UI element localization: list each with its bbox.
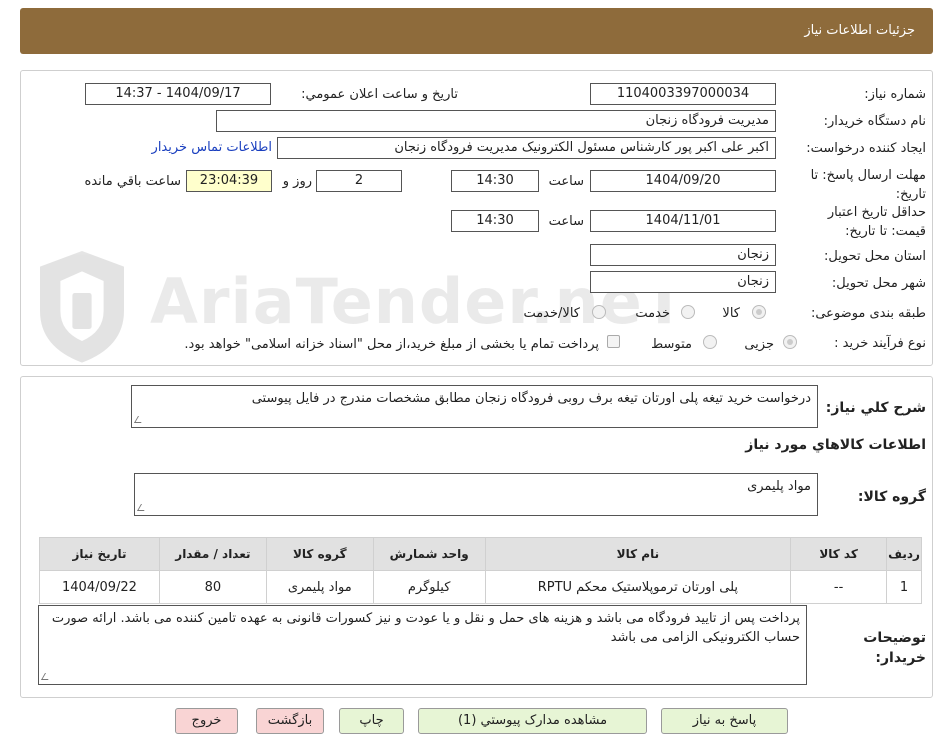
buyer-notes-text: پرداخت پس از تایید فرودگاه می باشد و هزی… bbox=[51, 611, 800, 645]
process-minor-label: جزیی bbox=[744, 337, 774, 352]
cell-item-name: پلی اورتان ترموپلاستیک محکم RPTU bbox=[484, 570, 792, 604]
time-remaining-field: 23:04:39 bbox=[186, 170, 272, 192]
announce-field: 1404/09/17 - 14:37 bbox=[85, 83, 271, 105]
days-label: روز و bbox=[282, 174, 312, 189]
goods-group-label: گروه کالا: bbox=[857, 489, 926, 505]
deadline-time-label: ساعت bbox=[548, 174, 584, 189]
view-attachments-button[interactable]: مشاهده مدارک پیوستي (1) bbox=[418, 708, 647, 734]
reply-button[interactable]: پاسخ به نیاز bbox=[661, 708, 788, 734]
buyer-notes-textarea: پرداخت پس از تایید فرودگاه می باشد و هزی… bbox=[38, 605, 807, 685]
col-unit: واحد شمارش bbox=[372, 537, 486, 571]
province-field: زنجان bbox=[590, 244, 776, 266]
goods-group-textarea: مواد پلیمری bbox=[134, 473, 818, 516]
treasury-label: پرداخت تمام یا بخشی از مبلغ خرید،از محل … bbox=[184, 337, 599, 352]
category-service-radio[interactable] bbox=[681, 305, 695, 319]
description-text: درخواست خرید تیغه پلی اورتان تیغه برف رو… bbox=[251, 391, 811, 406]
validity-label: حداقل تاریخ اعتبار قیمت: تا تاریخ: bbox=[827, 205, 926, 239]
buyer-org-field: مدیریت فرودگاه زنجان bbox=[216, 110, 776, 132]
col-item-name: نام کالا bbox=[484, 537, 792, 571]
process-minor-radio[interactable] bbox=[783, 335, 797, 349]
category-service-label: خدمت bbox=[635, 306, 670, 321]
category-goods-label: کالا bbox=[722, 306, 740, 321]
cell-quantity: 80 bbox=[158, 570, 267, 604]
category-both-radio[interactable] bbox=[592, 305, 606, 319]
treasury-checkbox[interactable] bbox=[607, 335, 620, 348]
buyer-contact-link[interactable]: اطلاعات تماس خریدار bbox=[152, 140, 272, 155]
buyer-notes-label: توضیحات خریدار: bbox=[863, 630, 926, 666]
validity-time-label: ساعت bbox=[548, 214, 584, 229]
goods-group-text: مواد پلیمری bbox=[747, 479, 811, 494]
need-number-label: شماره نیاز: bbox=[864, 87, 926, 102]
table-row: 1 -- پلی اورتان ترموپلاستیک محکم RPTU کی… bbox=[39, 570, 922, 604]
category-label: طبقه بندی موضوعی: bbox=[810, 306, 926, 321]
col-quantity: تعداد / مقدار bbox=[158, 537, 267, 571]
print-button[interactable]: چاپ bbox=[339, 708, 404, 734]
time-remaining-label: ساعت باقي مانده bbox=[84, 174, 181, 189]
category-goods-radio[interactable] bbox=[752, 305, 766, 319]
deadline-date-field: 1404/09/20 bbox=[590, 170, 776, 192]
validity-date-field: 1404/11/01 bbox=[590, 210, 776, 232]
col-group: گروه کالا bbox=[265, 537, 374, 571]
resize-handle-icon[interactable] bbox=[133, 416, 146, 423]
requester-field: اکبر علی اکبر پور کارشناس مسئول الکترونی… bbox=[277, 137, 776, 159]
page-title: جزئیات اطلاعات نیاز bbox=[804, 23, 915, 38]
goods-section-title: اطلاعات کالاهاي مورد نياز bbox=[745, 437, 926, 453]
city-field: زنجان bbox=[590, 271, 776, 293]
buyer-org-label: نام دستگاه خریدار: bbox=[823, 114, 926, 129]
resize-handle-icon[interactable] bbox=[40, 673, 53, 680]
category-both-label: کالا/خدمت bbox=[523, 306, 580, 321]
description-label: شرح کلي نياز: bbox=[825, 400, 926, 416]
process-medium-label: متوسط bbox=[651, 337, 692, 352]
cell-item-code: -- bbox=[790, 570, 888, 604]
province-label: استان محل تحویل: bbox=[824, 249, 926, 264]
cell-group: مواد پلیمری bbox=[265, 570, 374, 604]
announce-label: تاریخ و ساعت اعلان عمومي: bbox=[301, 87, 458, 102]
requester-label: ایجاد کننده درخواست: bbox=[806, 141, 926, 156]
col-row-number: ردیف bbox=[886, 537, 922, 571]
col-need-date: تاریخ نیاز bbox=[39, 537, 160, 571]
city-label: شهر محل تحویل: bbox=[831, 276, 926, 291]
cell-unit: کیلوگرم bbox=[372, 570, 486, 604]
process-label: نوع فرآیند خرید : bbox=[834, 336, 926, 351]
deadline-time-field: 14:30 bbox=[451, 170, 539, 192]
cell-row-number: 1 bbox=[886, 570, 922, 604]
resize-handle-icon[interactable] bbox=[136, 504, 149, 511]
deadline-label: مهلت ارسال پاسخ: تا تاریخ: bbox=[810, 168, 926, 202]
process-medium-radio[interactable] bbox=[703, 335, 717, 349]
goods-table: ردیف کد کالا نام کالا واحد شمارش گروه کا… bbox=[39, 537, 922, 604]
cell-need-date: 1404/09/22 bbox=[39, 570, 160, 604]
exit-button[interactable]: خروج bbox=[175, 708, 238, 734]
days-remaining-field: 2 bbox=[316, 170, 402, 192]
page-header: جزئیات اطلاعات نیاز bbox=[20, 8, 933, 54]
need-number-field: 1104003397000034 bbox=[590, 83, 776, 105]
goods-table-header-row: ردیف کد کالا نام کالا واحد شمارش گروه کا… bbox=[39, 537, 922, 571]
back-button[interactable]: بازگشت bbox=[256, 708, 324, 734]
description-textarea: درخواست خرید تیغه پلی اورتان تیغه برف رو… bbox=[131, 385, 818, 428]
col-item-code: کد کالا bbox=[790, 537, 888, 571]
validity-time-field: 14:30 bbox=[451, 210, 539, 232]
